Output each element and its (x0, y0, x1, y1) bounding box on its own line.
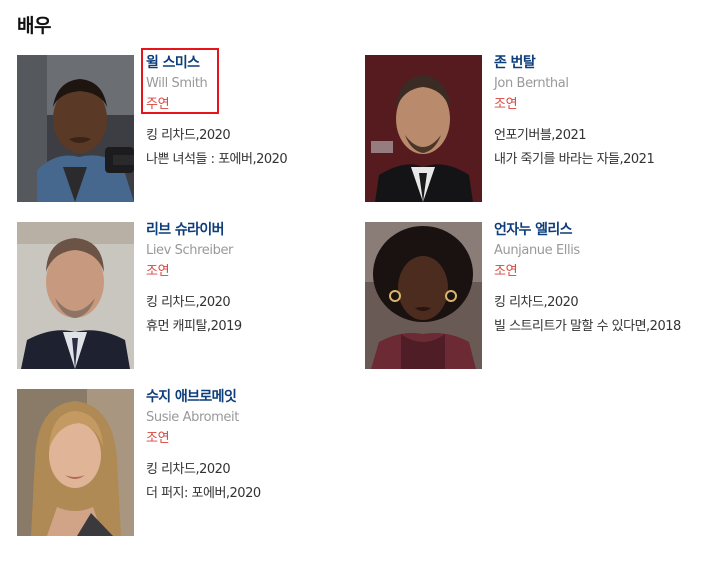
actor-role: 조연 (146, 431, 170, 446)
filmography-item: 나쁜 녀석들 : 포에버,2020 (146, 152, 288, 167)
filmography-item: 휴먼 캐피탈,2019 (146, 319, 242, 334)
filmography-list: 킹 리차드,2020 빌 스트리트가 말할 수 있다면,2018 (494, 294, 704, 335)
filmography-item: 빌 스트리트가 말할 수 있다면,2018 (494, 319, 681, 334)
filmography-item: 킹 리차드,2020 (494, 295, 579, 310)
filmography-list: 킹 리차드,2020 휴먼 캐피탈,2019 (146, 294, 356, 335)
actor-photo[interactable] (17, 222, 134, 369)
actor-english-name: Will Smith (146, 76, 208, 91)
actor-card: 언자누 엘리스 Aunjanue Ellis 조연 킹 리차드,2020 빌 스… (365, 222, 705, 370)
actor-english-name: Susie Abromeit (146, 410, 239, 425)
actor-role: 주연 (146, 97, 170, 112)
actor-name-link[interactable]: 리브 슈라이버 (146, 222, 356, 239)
actor-role: 조연 (494, 97, 518, 112)
filmography-list: 언포기버블,2021 내가 죽기를 바라는 자들,2021 (494, 127, 704, 168)
actor-photo[interactable] (365, 222, 482, 369)
actor-name-link[interactable]: 수지 애브로메잇 (146, 389, 356, 406)
filmography-item: 더 퍼지: 포에버,2020 (146, 486, 261, 501)
actor-name-link[interactable]: 언자누 엘리스 (494, 222, 704, 239)
filmography-item: 내가 죽기를 바라는 자들,2021 (494, 152, 655, 167)
filmography-item: 킹 리차드,2020 (146, 295, 231, 310)
actor-card: 수지 애브로메잇 Susie Abromeit 조연 킹 리차드,2020 더 … (17, 389, 357, 537)
actor-photo[interactable] (17, 389, 134, 536)
actor-english-name: Liev Schreiber (146, 243, 233, 258)
actor-photo[interactable] (17, 55, 134, 202)
actor-photo[interactable] (365, 55, 482, 202)
filmography-list: 킹 리차드,2020 나쁜 녀석들 : 포에버,2020 (146, 127, 356, 168)
actor-name-link[interactable]: 윌 스미스 (146, 55, 356, 72)
actor-name-link[interactable]: 존 번탈 (494, 55, 704, 72)
filmography-item: 언포기버블,2021 (494, 128, 587, 143)
actor-english-name: Aunjanue Ellis (494, 243, 580, 258)
filmography-item: 킹 리차드,2020 (146, 462, 231, 477)
actor-card: 윌 스미스 Will Smith 주연 킹 리차드,2020 나쁜 녀석들 : … (17, 55, 357, 203)
filmography-item: 킹 리차드,2020 (146, 128, 231, 143)
actor-role: 조연 (146, 264, 170, 279)
actor-english-name: Jon Bernthal (494, 76, 569, 91)
actor-role: 조연 (494, 264, 518, 279)
section-title: 배우 (17, 15, 51, 37)
filmography-list: 킹 리차드,2020 더 퍼지: 포에버,2020 (146, 461, 356, 502)
actor-card: 존 번탈 Jon Bernthal 조연 언포기버블,2021 내가 죽기를 바… (365, 55, 705, 203)
actor-card: 리브 슈라이버 Liev Schreiber 조연 킹 리차드,2020 휴먼 … (17, 222, 357, 370)
